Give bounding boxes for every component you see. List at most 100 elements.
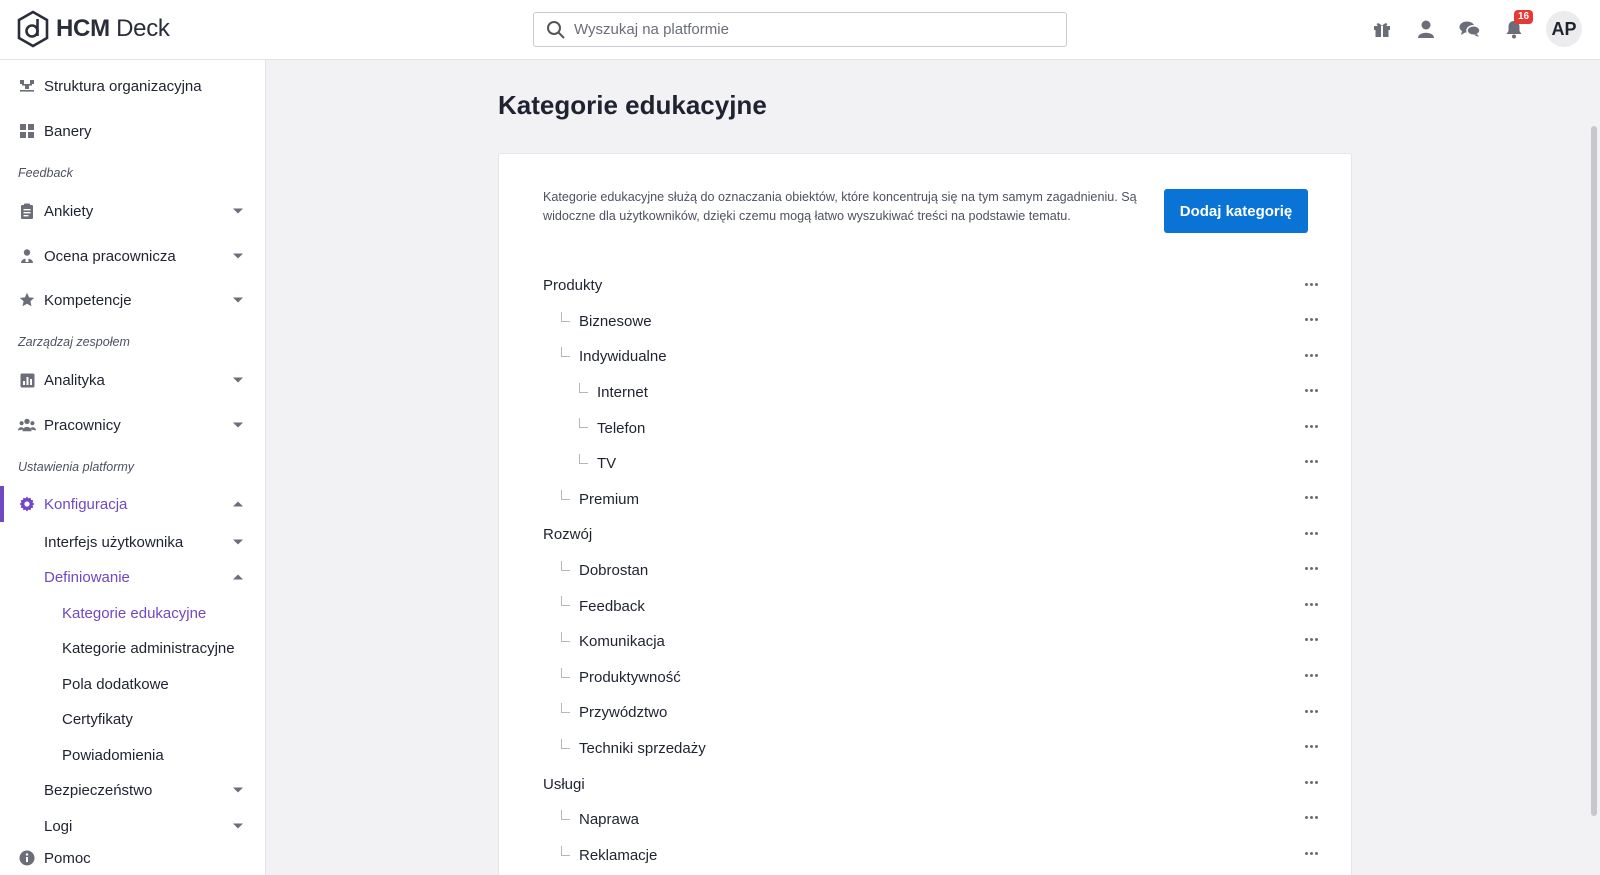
category-label: Przywództwo <box>579 704 668 722</box>
category-row[interactable]: Internet <box>543 375 1318 411</box>
more-options-icon[interactable] <box>1300 347 1322 363</box>
tree-connector <box>561 489 570 500</box>
sidebar-sub-powiadomienia[interactable]: Powiadomienia <box>62 740 265 770</box>
category-row[interactable]: Rozwój <box>543 517 1318 553</box>
sidebar-item-analityka[interactable]: Analityka <box>0 362 265 398</box>
sidebar-item-kompetencje[interactable]: Kompetencje <box>0 282 265 318</box>
avatar[interactable]: AP <box>1546 11 1582 47</box>
more-options-icon[interactable] <box>1300 418 1322 434</box>
more-options-icon[interactable] <box>1300 312 1322 328</box>
category-row[interactable]: TV <box>543 446 1318 482</box>
sidebar-sub-definiowanie[interactable]: Definiowanie <box>44 562 265 592</box>
more-options-icon[interactable] <box>1300 454 1322 470</box>
tree-connector <box>561 738 570 749</box>
category-row[interactable]: Indywidualne <box>543 339 1318 375</box>
sidebar-sub-kategorie-administracyjne[interactable]: Kategorie administracyjne <box>62 633 265 663</box>
main-content: Kategorie edukacyjne Kategorie edukacyjn… <box>267 60 1600 875</box>
search-input[interactable] <box>574 21 1044 38</box>
gift-icon[interactable] <box>1370 17 1394 41</box>
sidebar-sub-logi[interactable]: Logi <box>44 811 265 841</box>
more-options-icon[interactable] <box>1300 632 1322 648</box>
more-options-icon[interactable] <box>1300 596 1322 612</box>
category-row[interactable]: Feedback <box>543 588 1318 624</box>
page-title: Kategorie edukacyjne <box>498 90 767 120</box>
sidebar-sub-label: Kategorie edukacyjne <box>62 604 207 622</box>
section-label-zarzadzaj: Zarządzaj zespołem <box>18 335 130 349</box>
chevron-down-icon <box>233 823 243 829</box>
category-row[interactable]: Reklamacje <box>543 838 1318 874</box>
tree-connector <box>561 311 570 322</box>
category-row[interactable]: Techniki sprzedaży <box>543 731 1318 767</box>
category-row[interactable]: Dobrostan <box>543 553 1318 589</box>
sidebar-sub-kategorie-edukacyjne[interactable]: Kategorie edukacyjne <box>62 598 265 628</box>
sidebar-item-banery[interactable]: Banery <box>0 113 265 149</box>
description-text: Kategorie edukacyjne służą do oznaczania… <box>543 190 1137 223</box>
more-options-icon[interactable] <box>1300 561 1322 577</box>
tree-connector <box>561 596 570 607</box>
star-icon <box>18 291 36 309</box>
more-options-icon[interactable] <box>1300 276 1322 292</box>
logo[interactable]: HCM Deck <box>16 10 170 48</box>
chevron-down-icon <box>233 377 243 383</box>
scrollbar[interactable] <box>1591 126 1597 816</box>
category-label: Internet <box>597 384 648 402</box>
more-options-icon[interactable] <box>1300 525 1322 541</box>
sidebar-sub-certyfikaty[interactable]: Certyfikaty <box>62 704 265 734</box>
analytics-icon <box>18 371 36 389</box>
sidebar-sub-interfejs[interactable]: Interfejs użytkownika <box>44 527 265 557</box>
sidebar-sub-label: Powiadomienia <box>62 746 164 764</box>
sidebar-sub-bezpieczenstwo[interactable]: Bezpieczeństwo <box>44 775 265 805</box>
sidebar-item-pomoc[interactable]: Pomoc <box>0 840 265 875</box>
search-box[interactable] <box>533 12 1067 47</box>
category-row[interactable]: Produktywność <box>543 660 1318 696</box>
tree-connector <box>561 667 570 678</box>
categories-card: Kategorie edukacyjne służą do oznaczania… <box>498 153 1352 875</box>
category-label: Rozwój <box>543 526 593 544</box>
more-options-icon[interactable] <box>1300 739 1322 755</box>
sidebar-sub-pola[interactable]: Pola dodatkowe <box>62 669 265 699</box>
top-icons: 16 AP <box>1370 10 1582 47</box>
category-row[interactable]: Usługi <box>543 766 1318 802</box>
more-options-icon[interactable] <box>1300 810 1322 826</box>
category-row[interactable]: Premium <box>543 482 1318 518</box>
more-options-icon[interactable] <box>1300 703 1322 719</box>
category-label: Premium <box>579 490 640 508</box>
category-label: Techniki sprzedaży <box>579 740 706 758</box>
org-structure-icon <box>18 77 36 95</box>
sidebar-item-konfiguracja[interactable]: Konfiguracja <box>0 486 265 522</box>
add-category-button[interactable]: Dodaj kategorię <box>1164 189 1308 233</box>
sidebar-item-ankiety[interactable]: Ankiety <box>0 193 265 229</box>
info-icon <box>18 849 36 867</box>
bell-icon[interactable]: 16 <box>1502 10 1534 41</box>
chat-icon[interactable] <box>1458 17 1482 41</box>
more-options-icon[interactable] <box>1300 774 1322 790</box>
more-options-icon[interactable] <box>1300 668 1322 684</box>
sidebar-item-label: Analityka <box>44 371 105 389</box>
category-row[interactable]: Telefon <box>543 410 1318 446</box>
sidebar-sub-label: Kategorie administracyjne <box>62 639 235 657</box>
sidebar-item-label: Kompetencje <box>44 291 132 309</box>
category-label: Produktywność <box>579 668 681 686</box>
chevron-down-icon <box>233 253 243 259</box>
sidebar-item-label: Konfiguracja <box>44 495 128 513</box>
user-icon[interactable] <box>1414 17 1438 41</box>
sidebar-item-label: Pracownicy <box>44 416 121 434</box>
more-options-icon[interactable] <box>1300 846 1322 862</box>
more-options-icon[interactable] <box>1300 490 1322 506</box>
category-row[interactable]: Naprawa <box>543 802 1318 838</box>
category-row[interactable]: Przywództwo <box>543 695 1318 731</box>
category-label: Naprawa <box>579 811 640 829</box>
sidebar-item-struktura[interactable]: Struktura organizacyjna <box>0 68 265 104</box>
sidebar-item-ocena[interactable]: Ocena pracownicza <box>0 238 265 274</box>
users-icon <box>18 416 36 434</box>
section-label-ustawienia: Ustawienia platformy <box>18 460 135 474</box>
category-row[interactable]: Produkty <box>543 268 1318 304</box>
category-row[interactable]: Biznesowe <box>543 304 1318 340</box>
employee-review-icon <box>18 247 36 265</box>
sidebar-item-label: Ankiety <box>44 202 94 220</box>
more-options-icon[interactable] <box>1300 383 1322 399</box>
tree-connector <box>561 347 570 358</box>
sidebar-item-pracownicy[interactable]: Pracownicy <box>0 407 265 443</box>
tree-connector <box>561 560 570 571</box>
category-row[interactable]: Komunikacja <box>543 624 1318 660</box>
